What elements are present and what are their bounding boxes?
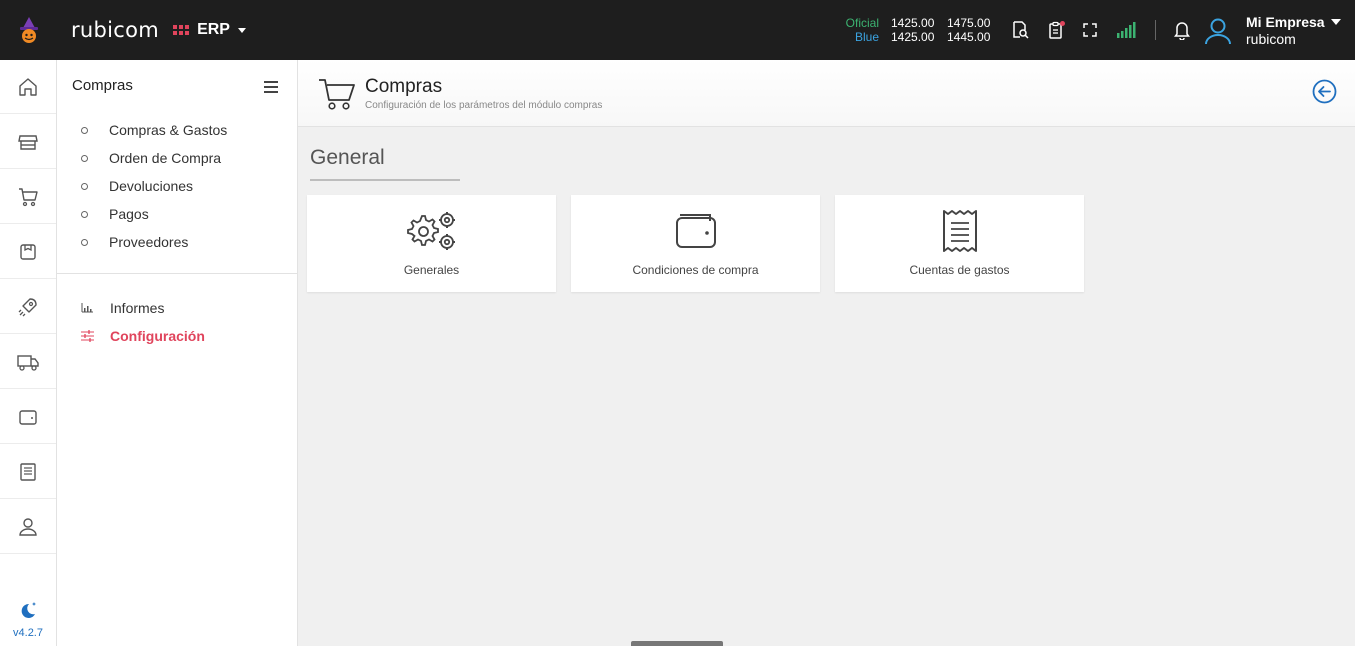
sidebar-item-proveedores[interactable]: Proveedores [81, 228, 227, 256]
rocket-icon [18, 297, 37, 316]
module-sidebar: Compras Compras & Gastos Orden de Compra… [57, 60, 298, 646]
box-icon [20, 243, 36, 260]
company-selector[interactable]: Mi Empresa rubicom [1246, 14, 1341, 47]
moon-icon [21, 602, 36, 618]
icon-rail: v4.2.7 [0, 60, 57, 646]
cart-icon [19, 187, 38, 206]
page-title: Compras [365, 76, 443, 97]
apps-grid-icon [173, 25, 190, 35]
sidebar-item-pagos[interactable]: Pagos [81, 200, 227, 228]
cart-icon [318, 76, 356, 117]
signal-strength-icon [1114, 18, 1138, 42]
bell-icon[interactable] [1170, 18, 1194, 42]
circle-bullet-icon [81, 210, 88, 218]
sidebar-title: Compras [72, 77, 133, 94]
store-icon [18, 134, 38, 150]
rail-users[interactable] [0, 500, 56, 554]
horizontal-scrollbar[interactable] [631, 641, 723, 646]
theme-toggle[interactable] [17, 600, 39, 627]
rate-oficial-buy: 1425.00 [891, 16, 935, 30]
home-icon [19, 77, 37, 96]
sliders-icon [81, 330, 95, 342]
rate-oficial-sell: 1475.00 [947, 16, 991, 30]
back-button[interactable] [1312, 79, 1337, 109]
circle-bullet-icon [81, 182, 88, 190]
app-logo[interactable] [0, 0, 57, 60]
topbar-divider [1155, 20, 1156, 40]
rail-purchases[interactable] [0, 170, 56, 224]
truck-icon [17, 354, 39, 371]
book-icon [20, 462, 36, 481]
circle-bullet-icon [81, 238, 88, 246]
sidebar-secondary-list: Informes Configuración [81, 294, 205, 350]
sidebar-item-informes[interactable]: Informes [81, 294, 205, 322]
user-icon [19, 517, 37, 536]
wallet-icon [19, 409, 37, 425]
top-bar: rubicom ERP [0, 0, 1355, 60]
rail-finance[interactable] [0, 390, 56, 444]
section-title: General [310, 146, 385, 169]
app-version: v4.2.7 [13, 627, 43, 639]
wallet-icon [674, 209, 718, 253]
fullscreen-icon[interactable] [1078, 18, 1102, 42]
chevron-down-icon [1330, 19, 1341, 25]
page-subtitle: Configuración de los parámetros del módu… [365, 100, 603, 111]
clipboard-notification-icon[interactable] [1044, 18, 1068, 42]
rail-store[interactable] [0, 115, 56, 169]
rate-blue-buy: 1425.00 [891, 30, 935, 44]
exchange-rates: Oficial 1425.00 1475.00 Blue 1425.00 144… [845, 16, 1003, 44]
sidebar-item-devoluciones[interactable]: Devoluciones [81, 172, 227, 200]
rail-logistics[interactable] [0, 335, 56, 389]
sidebar-item-compras-gastos[interactable]: Compras & Gastos [81, 116, 227, 144]
arrow-left-circle-icon [1312, 79, 1337, 104]
card-label: Cuentas de gastos [909, 263, 1010, 277]
card-generales[interactable]: Generales [307, 195, 556, 292]
card-condiciones-compra[interactable]: Condiciones de compra [571, 195, 820, 292]
circle-bullet-icon [81, 126, 88, 134]
receipt-icon [940, 209, 980, 253]
rail-accounting[interactable] [0, 445, 56, 499]
module-switcher[interactable]: ERP [173, 21, 246, 39]
card-label: Condiciones de compra [632, 263, 759, 277]
hamburger-menu-icon[interactable] [264, 81, 278, 96]
search-document-icon[interactable] [1008, 18, 1032, 42]
user-avatar-icon[interactable] [1202, 15, 1234, 47]
gears-icon [405, 209, 459, 253]
rail-home[interactable] [0, 60, 56, 114]
wizard-logo-icon [19, 17, 38, 43]
company-sub: rubicom [1246, 31, 1296, 47]
circle-bullet-icon [81, 154, 88, 162]
rail-launch[interactable] [0, 280, 56, 334]
rail-inventory[interactable] [0, 225, 56, 279]
chevron-down-icon [237, 27, 246, 33]
rate-oficial-label: Oficial [845, 16, 879, 30]
sidebar-item-orden-compra[interactable]: Orden de Compra [81, 144, 227, 172]
rate-blue-label: Blue [854, 30, 879, 44]
section-underline [310, 179, 460, 181]
page-header: Compras Configuración de los parámetros … [298, 60, 1355, 127]
brand-name: rubicom [71, 18, 160, 42]
sidebar-list: Compras & Gastos Orden de Compra Devoluc… [81, 116, 227, 256]
chart-icon [81, 303, 95, 313]
card-label: Generales [403, 263, 460, 277]
module-label: ERP [197, 21, 230, 38]
company-name: Mi Empresa [1246, 14, 1325, 30]
card-cuentas-gastos[interactable]: Cuentas de gastos [835, 195, 1084, 292]
sidebar-item-configuracion[interactable]: Configuración [81, 322, 205, 350]
rate-blue-sell: 1445.00 [947, 30, 991, 44]
sidebar-divider [57, 273, 297, 274]
